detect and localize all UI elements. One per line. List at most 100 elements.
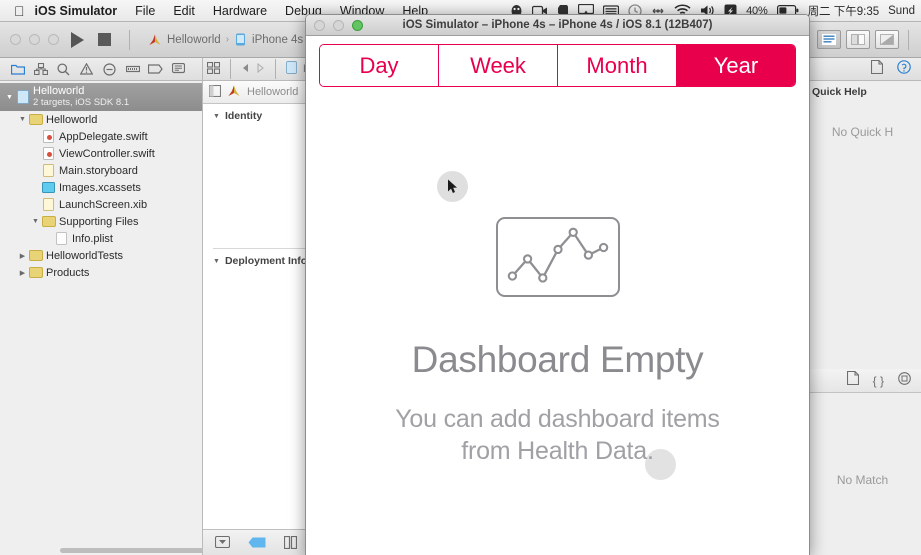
xcode-target-icon — [227, 85, 241, 100]
tree-row-helloworld[interactable]: ▼ Helloworld — [0, 111, 202, 128]
scheme-name-label: Helloworld — [167, 33, 221, 46]
tree-row-info-plist[interactable]: Info.plist — [0, 230, 202, 247]
utility-panel: Quick Help No Quick H { } No Match — [803, 58, 921, 555]
tree-row-launchscreen-xib[interactable]: LaunchScreen.xib — [0, 196, 202, 213]
ios-simulator-window: iOS Simulator – iPhone 4s – iPhone 4s / … — [305, 14, 810, 555]
breakpoint-navigator-icon[interactable] — [144, 59, 167, 79]
quick-help-inspector-icon[interactable] — [897, 59, 911, 79]
xcode-zoom-button[interactable] — [48, 34, 59, 45]
project-navigator-icon[interactable] — [6, 59, 29, 79]
disclosure-triangle-icon[interactable]: ▶ — [17, 252, 28, 260]
disclosure-triangle-icon[interactable]: ▶ — [17, 269, 28, 277]
inspector-toggle-icon[interactable] — [208, 84, 222, 100]
chart-point — [598, 242, 608, 253]
debug-navigator-icon[interactable] — [121, 59, 144, 79]
object-library-icon[interactable] — [898, 371, 911, 390]
simulator-zoom-button[interactable] — [352, 19, 363, 31]
tag-icon[interactable] — [248, 537, 266, 548]
back-arrow-icon[interactable] — [241, 63, 250, 76]
tree-row-viewcontroller-swift[interactable]: ViewController.swift — [0, 145, 202, 162]
folder-icon — [28, 113, 43, 127]
disclosure-triangle-icon[interactable]: ▼ — [30, 218, 41, 225]
tree-row-images-xcassets[interactable]: Images.xcassets — [0, 179, 202, 196]
library-tab-bar: { } — [804, 369, 921, 393]
menu-bar-user[interactable]: Sund — [888, 5, 915, 17]
library-empty-text: No Match — [836, 473, 889, 487]
editor-toolbar-divider-2 — [275, 59, 276, 79]
stop-square-icon[interactable] — [98, 33, 111, 46]
tree-row-products[interactable]: ▶ Products — [0, 264, 202, 281]
file-template-library-icon[interactable] — [846, 370, 859, 390]
screen-root:  iOS Simulator File Edit Hardware Debug… — [0, 0, 921, 555]
related-items-icon[interactable] — [206, 61, 221, 77]
xcode-minimize-button[interactable] — [29, 34, 40, 45]
split-icon[interactable] — [284, 536, 297, 549]
xcode-close-button[interactable] — [10, 34, 21, 45]
apple-icon[interactable]:  — [14, 4, 25, 18]
folder-icon — [41, 215, 56, 229]
tree-row-label: ViewController.swift — [59, 147, 155, 160]
code-snippet-library-icon[interactable]: { } — [873, 374, 884, 388]
inspector-target-label[interactable]: Helloworld — [247, 86, 298, 98]
disclosure-triangle-icon[interactable]: ▼ — [213, 113, 220, 120]
segment-year[interactable]: Year — [677, 45, 795, 86]
scheme-separator: › — [225, 34, 230, 45]
disclosure-triangle-icon[interactable]: ▼ — [4, 94, 15, 101]
disclosure-triangle-icon[interactable]: ▼ — [213, 258, 220, 265]
quick-help-header: Quick Help — [812, 86, 867, 98]
segment-day[interactable]: Day — [320, 45, 439, 86]
version-editor-icon[interactable] — [875, 30, 899, 49]
tree-row-helloworld[interactable]: ▼ Helloworld 2 targets, iOS SDK 8.1 — [0, 83, 202, 111]
iphone-device-icon — [236, 33, 246, 46]
toolbar-divider — [129, 29, 130, 50]
tree-row-main-storyboard[interactable]: Main.storyboard — [0, 162, 202, 179]
report-navigator-icon[interactable] — [167, 59, 190, 79]
tree-row-label: AppDelegate.swift — [59, 130, 148, 143]
scheme-selector[interactable]: Helloworld › iPhone 4s — [148, 33, 303, 46]
xcode-scheme-icon — [149, 34, 161, 45]
issue-navigator-icon[interactable] — [75, 59, 98, 79]
storyboard-file-icon — [41, 164, 56, 178]
forward-arrow-icon[interactable] — [256, 62, 265, 76]
menu-item-file[interactable]: File — [135, 4, 155, 18]
empty-state-title: Dashboard Empty — [411, 339, 704, 380]
segment-week[interactable]: Week — [439, 45, 558, 86]
menu-bar-clock[interactable]: 周二 下午9:35 — [808, 3, 880, 19]
simulator-minimize-button[interactable] — [333, 19, 344, 31]
chart-point — [568, 227, 578, 237]
chart-point — [507, 271, 517, 281]
tree-row-label: Helloworld — [33, 85, 85, 98]
tree-row-helloworldtests[interactable]: ▶ HelloworldTests — [0, 247, 202, 264]
inspector-section-label: Identity — [224, 110, 263, 122]
tree-row-supporting-files[interactable]: ▼ Supporting Files — [0, 213, 202, 230]
run-play-icon[interactable] — [71, 31, 84, 48]
simulator-close-button[interactable] — [314, 19, 325, 31]
destination-label: iPhone 4s — [252, 33, 304, 46]
project-file-tree: ▼ Helloworld 2 targets, iOS SDK 8.1 ▼ Hellow… — [0, 81, 202, 281]
xcode-traffic-lights — [10, 34, 59, 45]
project-file-icon — [15, 90, 30, 104]
menu-item-edit[interactable]: Edit — [173, 4, 195, 18]
chart-point — [537, 273, 547, 283]
mouse-cursor-indicator — [437, 171, 468, 202]
touch-indicator — [645, 449, 676, 480]
simulator-titlebar: iOS Simulator – iPhone 4s – iPhone 4s / … — [306, 15, 809, 36]
disclosure-triangle-icon[interactable]: ▼ — [17, 116, 28, 123]
file-inspector-icon[interactable] — [870, 59, 884, 79]
segmented-control-wrapper: Day Week Month Year — [306, 36, 809, 87]
standard-editor-icon[interactable] — [817, 30, 841, 49]
tree-row-label: Products — [46, 266, 90, 279]
tree-row-label: Images.xcassets — [59, 181, 141, 194]
find-navigator-icon[interactable] — [52, 59, 75, 79]
tree-row-appdelegate-swift[interactable]: AppDelegate.swift — [0, 128, 202, 145]
filter-icon[interactable] — [215, 536, 230, 549]
line-chart-placeholder-icon — [495, 217, 620, 297]
swift-file-icon — [41, 130, 56, 144]
symbol-navigator-icon[interactable] — [29, 59, 52, 79]
menu-item-hardware[interactable]: Hardware — [213, 4, 267, 18]
segment-month[interactable]: Month — [558, 45, 677, 86]
assistant-editor-icon[interactable] — [846, 30, 870, 49]
menu-app-name[interactable]: iOS Simulator — [35, 4, 118, 18]
test-navigator-icon[interactable] — [98, 59, 121, 79]
period-segmented-control: Day Week Month Year — [319, 44, 796, 87]
